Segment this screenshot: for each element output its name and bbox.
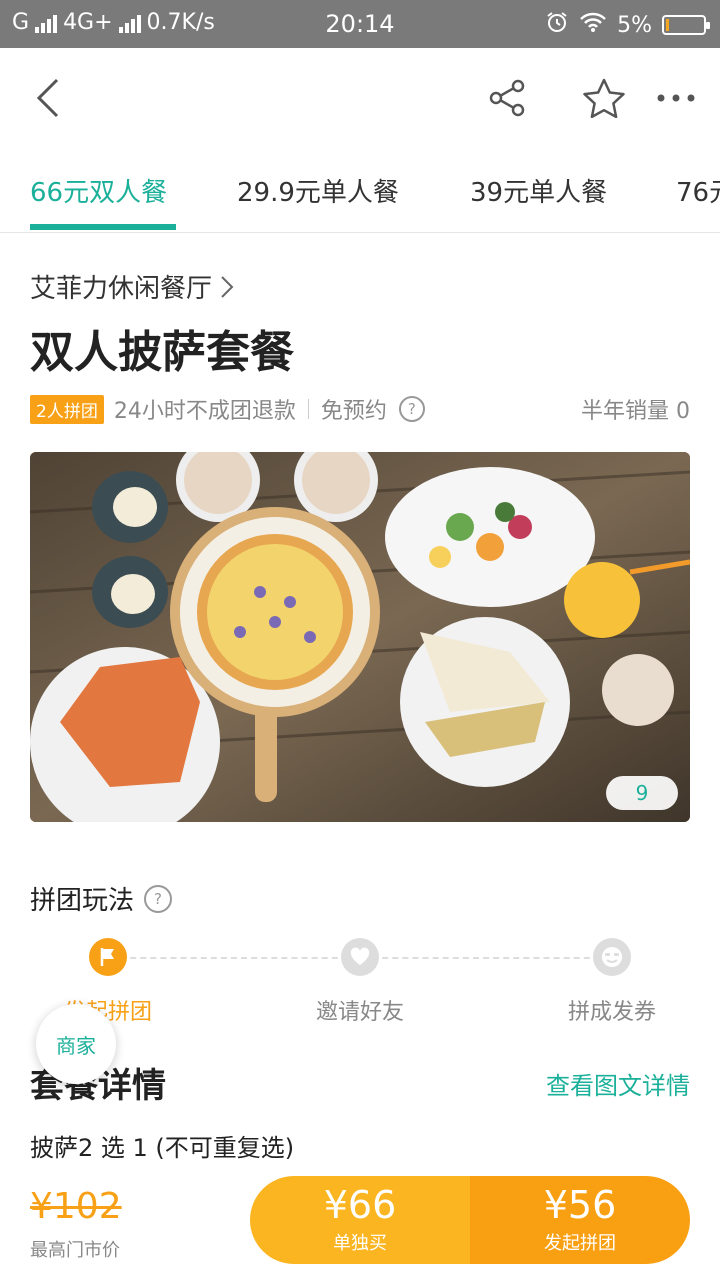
share-button[interactable]: [480, 70, 536, 126]
group-label: 发起拼团: [544, 1233, 616, 1254]
group-play-section: 拼团玩法 ?: [30, 880, 173, 917]
back-button[interactable]: [20, 70, 76, 126]
wifi-icon: [579, 11, 607, 39]
deal-meta: 2人拼团 24小时不成团退款 免预约 ? 半年销量 0: [30, 394, 690, 424]
deal-tabs: 66元双人餐 29.9元单人餐 39元单人餐 76元: [0, 148, 720, 233]
photo-count-badge[interactable]: 9: [606, 776, 678, 810]
group-play-title: 拼团玩法: [30, 886, 135, 916]
bottom-bar: ¥102 最高门市价 ¥66 单独买 ¥56 发起拼团: [0, 1168, 720, 1280]
help-icon[interactable]: ?: [144, 884, 173, 913]
tab-39-single[interactable]: 39元单人餐: [470, 172, 607, 209]
tab-66-double[interactable]: 66元双人餐: [30, 172, 167, 209]
group-badge: 2人拼团: [30, 394, 104, 424]
purchase-buttons: ¥66 单独买 ¥56 发起拼团: [250, 1176, 690, 1264]
divider: [307, 399, 309, 419]
refund-text: 24小时不成团退款: [113, 399, 296, 424]
buy-single-button[interactable]: ¥66 单独买: [250, 1176, 470, 1264]
star-icon: [583, 78, 625, 118]
status-bar: G 4G+ 0.7K/s 20:14 5%: [0, 0, 720, 48]
heart-icon: [341, 938, 379, 976]
chevron-left-icon: [36, 78, 59, 118]
help-icon[interactable]: ?: [398, 396, 425, 422]
chevron-right-icon: [221, 275, 234, 298]
battery-icon: [662, 15, 710, 35]
view-details-link[interactable]: 查看图文详情: [546, 1066, 690, 1101]
tab-indicator: [30, 224, 176, 230]
tab-76[interactable]: 76元: [676, 172, 720, 209]
details-item: 披萨2 选 1 (不可重复选): [30, 1134, 295, 1162]
group-price: ¥56: [543, 1183, 617, 1227]
deal-title: 双人披萨套餐: [30, 327, 294, 378]
more-icon: [657, 94, 695, 102]
deal-photo[interactable]: 9: [30, 452, 690, 822]
flag-icon: [89, 938, 127, 976]
smile-icon: [593, 938, 631, 976]
store-name: 艾菲力休闲餐厅: [30, 274, 213, 304]
original-price: ¥102: [30, 1186, 122, 1227]
merchant-button[interactable]: 商家: [36, 1004, 116, 1084]
step-label: 邀请好友: [315, 1000, 404, 1025]
tab-29-single[interactable]: 29.9元单人餐: [237, 172, 399, 209]
food-photo-illustration: [30, 452, 690, 822]
store-link[interactable]: 艾菲力休闲餐厅: [30, 268, 234, 305]
original-price-label: 最高门市价: [30, 1240, 120, 1261]
more-button[interactable]: [648, 70, 704, 126]
favorite-button[interactable]: [576, 70, 632, 126]
start-group-button[interactable]: ¥56 发起拼团: [470, 1176, 690, 1264]
single-label: 单独买: [333, 1233, 387, 1254]
reservation-text: 免预约: [320, 399, 387, 424]
top-bar: [0, 48, 720, 148]
group-play-steps: 发起拼团 邀请好友 拼成发券: [30, 938, 690, 1028]
step-label: 拼成发券: [567, 1000, 656, 1025]
step-invite-friends: 邀请好友: [290, 938, 430, 1026]
single-price: ¥66: [323, 1183, 397, 1227]
alarm-icon: [545, 10, 569, 40]
share-icon: [489, 79, 525, 117]
battery-percent: 5%: [617, 12, 652, 38]
step-coupon-issued: 拼成发券: [542, 938, 682, 1026]
sales-count: 半年销量 0: [581, 399, 690, 424]
